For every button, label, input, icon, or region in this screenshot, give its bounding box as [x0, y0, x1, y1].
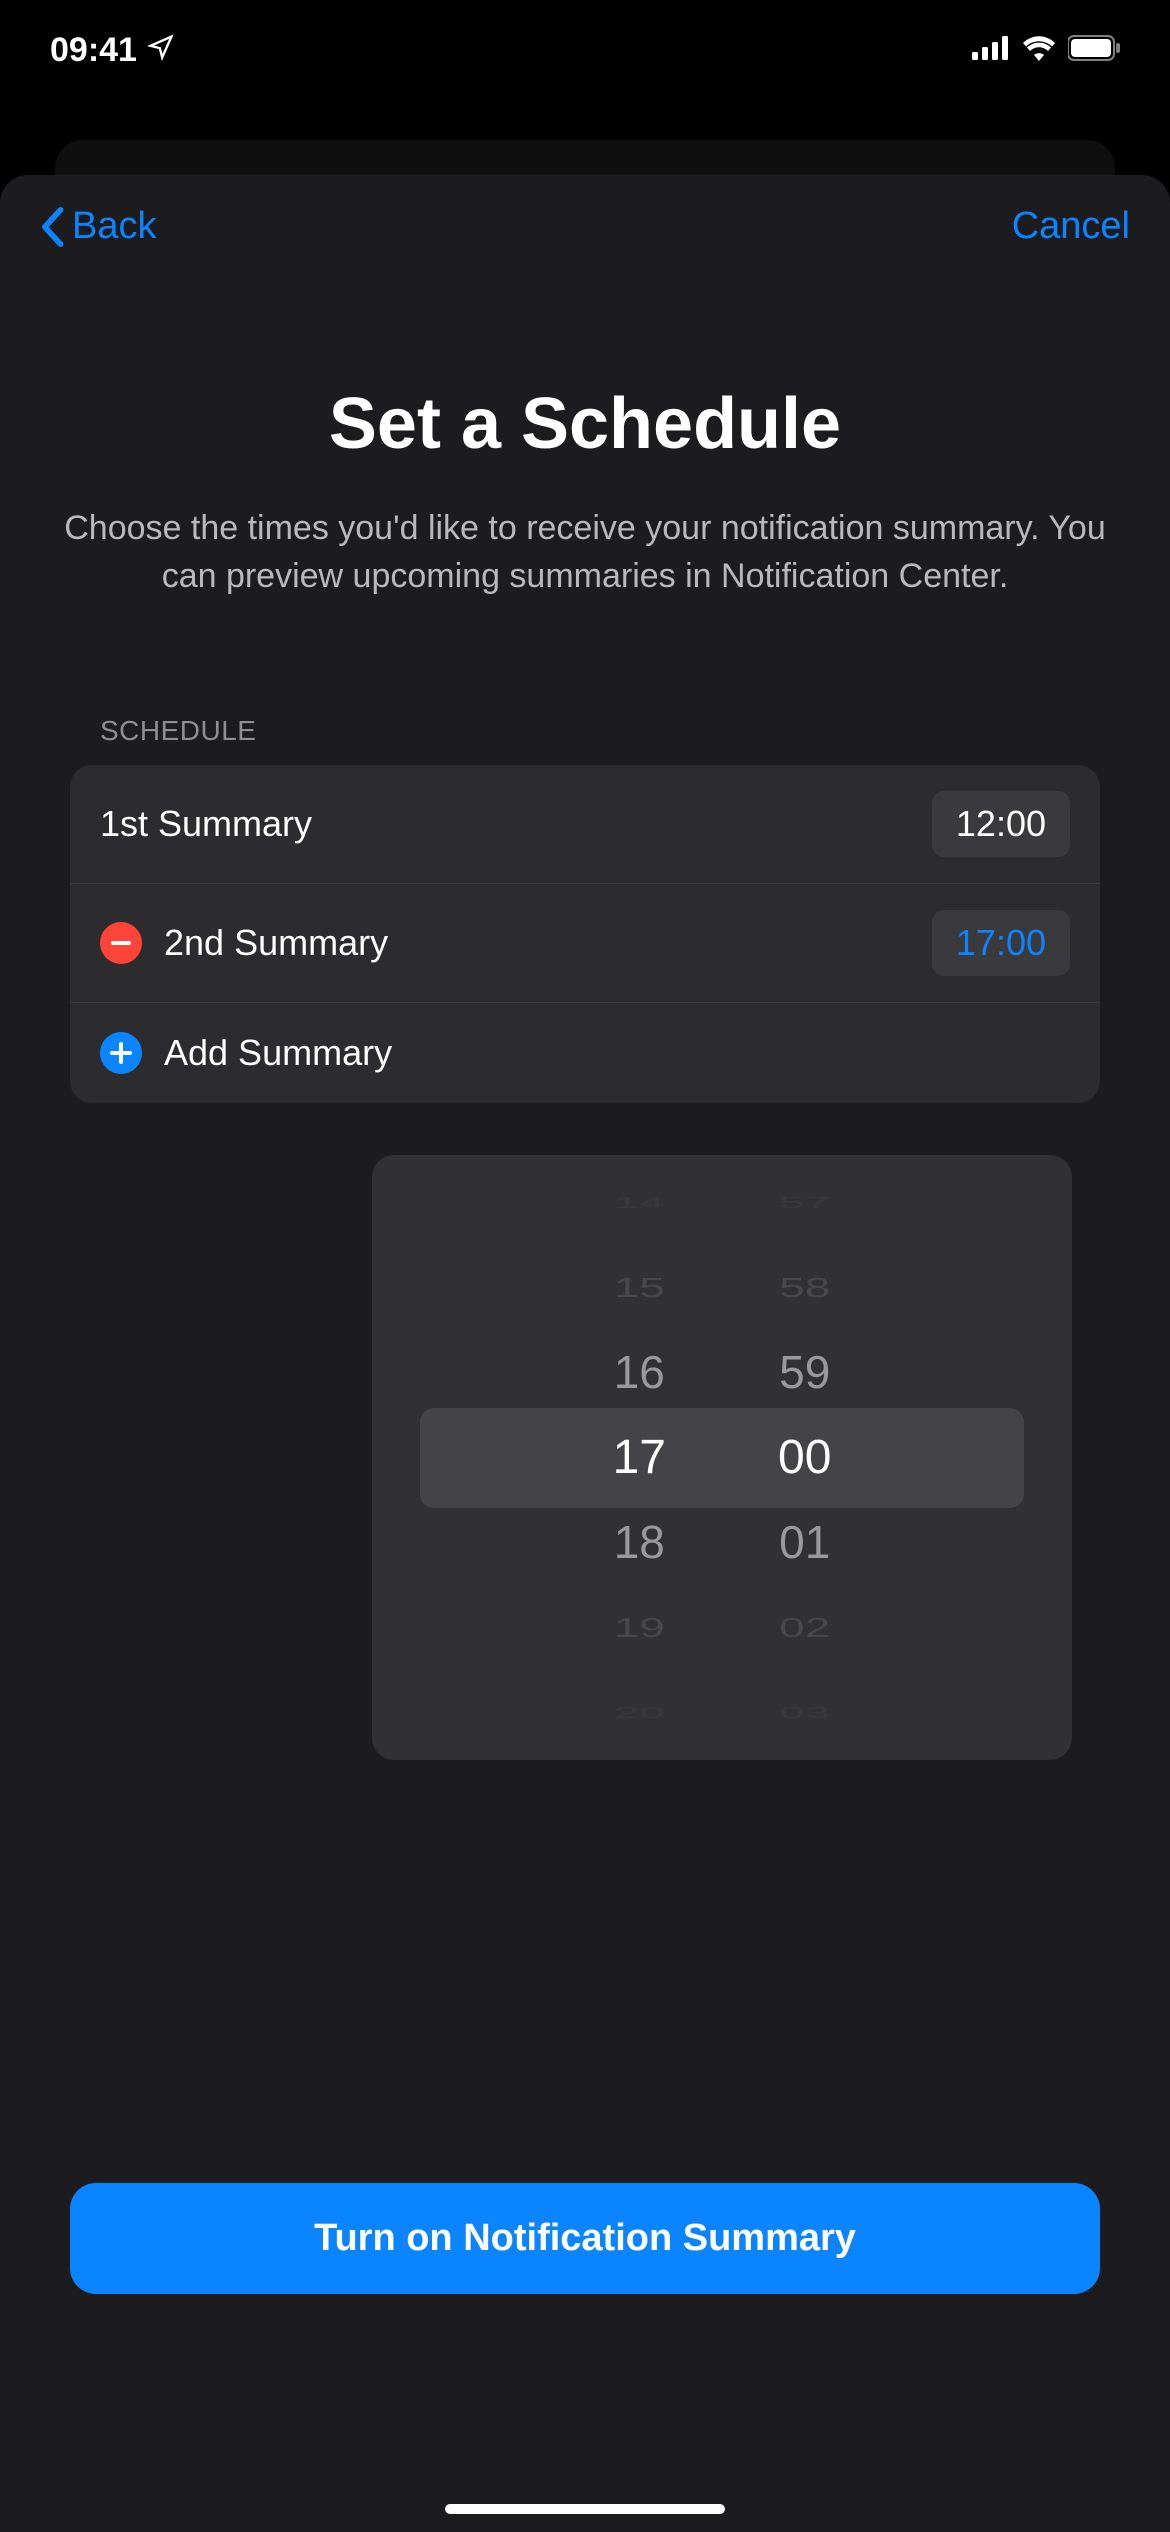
summary-row-1-label: 1st Summary: [100, 803, 312, 845]
battery-icon: [1068, 35, 1120, 66]
summary-row-1-time[interactable]: 12:00: [932, 791, 1070, 857]
remove-summary-icon[interactable]: [100, 922, 142, 964]
status-bar: 09:41: [0, 0, 1170, 100]
picker-hours-column[interactable]: 14 15 16 17 18 19 20: [372, 1155, 722, 1760]
picker-minute-option[interactable]: 58: [778, 1262, 831, 1313]
picker-hour-option[interactable]: 14: [613, 1188, 666, 1218]
back-button[interactable]: Back: [40, 205, 156, 248]
chevron-left-icon: [40, 207, 64, 247]
status-time-group: 09:41: [50, 31, 175, 70]
status-time: 09:41: [50, 31, 137, 70]
picker-minute-option[interactable]: 01: [778, 1500, 831, 1585]
cellular-icon: [972, 36, 1010, 65]
time-picker[interactable]: 14 15 16 17 18 19 20 57 58 59 00 01 02 0…: [372, 1155, 1072, 1760]
picker-minutes-column[interactable]: 57 58 59 00 01 02 03: [722, 1155, 1072, 1760]
schedule-list: 1st Summary 12:00 2nd Summary 17:00 Add …: [70, 765, 1100, 1103]
add-summary-row[interactable]: Add Summary: [70, 1003, 1100, 1103]
turn-on-button[interactable]: Turn on Notification Summary: [70, 2183, 1100, 2294]
picker-minute-option[interactable]: 59: [778, 1330, 831, 1415]
schedule-section-label: Schedule: [0, 715, 1170, 747]
summary-row-2-time[interactable]: 17:00: [932, 910, 1070, 976]
picker-hour-option[interactable]: 20: [613, 1698, 666, 1728]
add-summary-label: Add Summary: [164, 1032, 392, 1074]
picker-hour-option[interactable]: 16: [613, 1330, 666, 1415]
summary-row-1: 1st Summary 12:00: [70, 765, 1100, 884]
picker-hour-option[interactable]: 19: [613, 1602, 666, 1653]
add-summary-icon[interactable]: [100, 1032, 142, 1074]
wifi-icon: [1022, 35, 1056, 66]
summary-row-2: 2nd Summary 17:00: [70, 884, 1100, 1003]
page-subtitle: Choose the times you'd like to receive y…: [60, 505, 1110, 600]
picker-hour-selected[interactable]: 17: [613, 1415, 666, 1500]
picker-minute-selected[interactable]: 00: [778, 1415, 831, 1500]
picker-hour-option[interactable]: 18: [613, 1500, 666, 1585]
picker-hour-option[interactable]: 15: [613, 1262, 666, 1313]
location-icon: [147, 31, 175, 70]
back-label: Back: [72, 205, 156, 248]
summary-row-2-label: 2nd Summary: [164, 922, 388, 964]
home-indicator[interactable]: [445, 2504, 725, 2514]
picker-minute-option[interactable]: 57: [778, 1188, 831, 1218]
picker-minute-option[interactable]: 03: [778, 1698, 831, 1728]
page-title: Set a Schedule: [60, 383, 1110, 465]
page-header: Set a Schedule Choose the times you'd li…: [0, 268, 1170, 600]
status-icons: [972, 35, 1120, 66]
nav-bar: Back Cancel: [0, 175, 1170, 268]
cancel-button[interactable]: Cancel: [1012, 205, 1130, 248]
picker-minute-option[interactable]: 02: [778, 1602, 831, 1653]
